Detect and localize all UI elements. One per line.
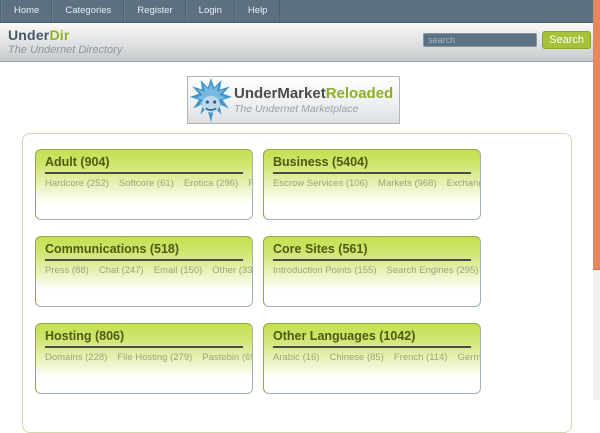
scrollbar-thumb[interactable] (593, 0, 600, 270)
top-navbar: HomeCategoriesRegisterLoginHelp (0, 0, 600, 23)
subcategory-link[interactable]: Chat (247) (99, 265, 144, 276)
nav-item[interactable]: Home (1, 0, 52, 22)
subcategory-links: Domains (228)File Hosting (279)Pastebin … (45, 350, 243, 365)
category-box-other-languages: Other Languages (1042) Arabic (16) Chines… (263, 323, 481, 394)
subcategory-link[interactable]: Markets (968) (378, 178, 437, 189)
brand-primary: Under (8, 27, 49, 43)
subcategory-link[interactable]: Pastebin (69) (202, 352, 253, 363)
directory-container: Adult (904) Hardcore (252) Softcore (61) E… (22, 133, 572, 433)
subcategory-link[interactable]: Hardcore (252) (45, 178, 109, 189)
category-box-hosting: Hosting (806) Domains (228) File Hosting … (35, 323, 253, 394)
subcategory-link[interactable]: Domains (228) (45, 352, 107, 363)
category-title[interactable]: Core Sites (561) (273, 242, 471, 261)
subcategory-link[interactable]: Exchanges (65) (447, 178, 481, 189)
category-box-adult: Adult (904) Hardcore (252) Softcore (61) E… (35, 149, 253, 220)
nav-item[interactable]: Help (235, 0, 281, 22)
subcategory-link[interactable]: Fetish (42) (248, 178, 253, 189)
subcategory-link[interactable]: File Hosting (279) (117, 352, 192, 363)
subcategory-link[interactable]: Softcore (61) (119, 178, 174, 189)
search-input[interactable] (423, 33, 537, 47)
nav-item[interactable]: Login (186, 0, 235, 22)
undermarket-banner[interactable]: UnderMarketReloaded The Undernet Marketp… (187, 76, 400, 124)
nav-item[interactable]: Register (124, 0, 185, 22)
nav-item[interactable]: Categories (52, 0, 124, 22)
subcategory-link[interactable]: Arabic (16) (273, 352, 319, 363)
subcategory-link[interactable]: Erotica (296) (184, 178, 238, 189)
subcategory-link[interactable]: Other (33) (212, 265, 253, 276)
category-box-business: Business (5404) Escrow Services (106) Mar… (263, 149, 481, 220)
category-title[interactable]: Business (5404) (273, 155, 471, 174)
site-header: UnderDir The Undernet Directory Search (0, 23, 600, 62)
search-area: Search (423, 31, 591, 49)
subcategory-link[interactable]: Press (88) (45, 265, 89, 276)
category-box-core-sites: Core Sites (561) Introduction Points (15… (263, 236, 481, 307)
brand-tagline: The Undernet Directory (8, 44, 122, 56)
search-button[interactable]: Search (542, 31, 591, 49)
nav-items: HomeCategoriesRegisterLoginHelp (0, 0, 600, 22)
subcategory-links: Hardcore (252) Softcore (61) Erotica (296)… (45, 176, 243, 191)
subcategory-links: Introduction Points (155)Search Engines … (273, 263, 471, 278)
subcategory-links: Press (88)Chat (247)Email (150)Other (33… (45, 263, 243, 278)
page-title: UnderDir The Undernet Directory (8, 27, 122, 56)
subcategory-links: Escrow Services (106)Markets (968)Exchan… (273, 176, 471, 191)
subcategory-links: Arabic (16)Chinese (85)French (114)Germa… (273, 350, 471, 365)
banner-title-primary: UnderMarket (234, 85, 326, 102)
category-title[interactable]: Other Languages (1042) (273, 329, 471, 348)
category-title[interactable]: Adult (904) (45, 155, 243, 174)
subcategory-link[interactable]: Escrow Services (106) (273, 178, 368, 189)
subcategory-link[interactable]: Search Engines (295) (387, 265, 479, 276)
banner-tagline: The Undernet Marketplace (234, 103, 393, 115)
subcategory-link[interactable]: Chinese (85) (329, 352, 383, 363)
subcategory-link[interactable]: German (98) (458, 352, 481, 363)
category-grid: Adult (904) Hardcore (252) Softcore (61) E… (35, 149, 505, 410)
spiky-blue-hair-character-icon (190, 78, 232, 122)
category-title[interactable]: Communications (518) (45, 242, 243, 261)
category-box-communications: Communications (518) Press (88) Chat (247… (35, 236, 253, 307)
brand-logo-text[interactable]: UnderDir (8, 27, 122, 43)
banner-text: UnderMarketReloaded The Undernet Marketp… (234, 85, 393, 115)
subcategory-link[interactable]: Email (150) (154, 265, 203, 276)
subcategory-link[interactable]: French (114) (394, 352, 448, 363)
subcategory-link[interactable]: Introduction Points (155) (273, 265, 377, 276)
scrollbar-track[interactable] (593, 0, 600, 400)
brand-accent: Dir (49, 27, 69, 43)
banner-title-accent: Reloaded (326, 85, 394, 102)
category-title[interactable]: Hosting (806) (45, 329, 243, 348)
banner-title: UnderMarketReloaded (234, 85, 393, 102)
